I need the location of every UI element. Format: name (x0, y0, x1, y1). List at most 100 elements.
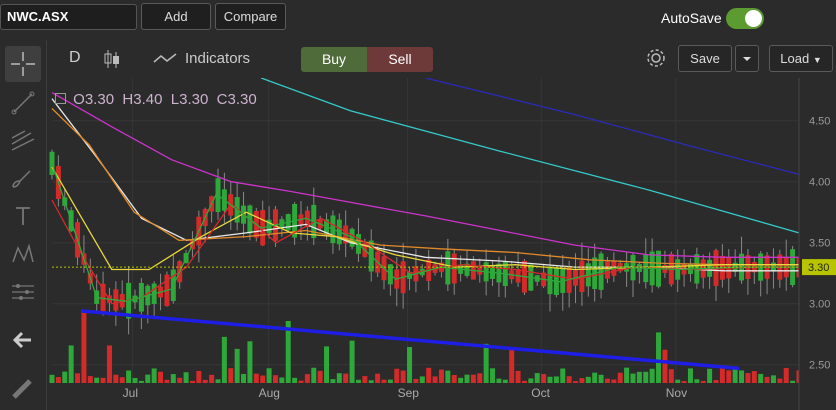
ohlc-legend: O3.30 H3.40 L3.30 C3.30 (55, 91, 257, 108)
volume-bar (292, 377, 298, 383)
volume-bar (445, 370, 451, 383)
autosave-toggle[interactable] (726, 8, 764, 29)
volume-bar (75, 373, 81, 383)
load-label: Load (780, 51, 810, 66)
top-bar: NWC.ASX Add Compare AutoSave (0, 0, 836, 36)
hide-toolbar-button[interactable] (5, 322, 41, 358)
line-tool-icon (11, 91, 35, 115)
volume-bar (726, 370, 732, 383)
volume-bar (68, 345, 74, 383)
volume-bar (215, 379, 221, 383)
volume-bar (343, 373, 349, 383)
volume-bar (126, 370, 132, 383)
price-tick-label: 4.50 (809, 116, 830, 128)
volume-bar (541, 374, 547, 383)
ma-cyan-line (260, 78, 800, 234)
ruler-tool-button[interactable] (5, 370, 41, 406)
volume-bar (349, 340, 355, 383)
volume-bar (770, 375, 776, 383)
back-arrow-icon (12, 331, 31, 349)
volume-bar (400, 370, 406, 383)
chart-toolbar: D Indicators Buy Sell Save Load ▼ (47, 40, 836, 78)
save-button[interactable]: Save (678, 45, 732, 72)
open-label: O (73, 91, 85, 108)
volume-bar (617, 372, 623, 383)
volume-bar (515, 370, 521, 383)
fib-tool-icon (11, 130, 35, 151)
volume-bar (764, 376, 770, 383)
autosave-label: AutoSave (661, 10, 722, 26)
time-axis: Jul Aug Sep Oct Nov (123, 386, 687, 400)
volume-bar (368, 380, 374, 383)
volume-bar (585, 376, 591, 383)
volume-bar (783, 367, 789, 383)
price-chart[interactable]: 4.50 4.00 3.50 3.00 2.50 3.30 Jul Aug Sep Oct Nov… (47, 78, 836, 410)
save-dropdown-button[interactable] (735, 45, 759, 72)
candle-type-icon[interactable] (103, 48, 121, 70)
crosshair-tool-button[interactable] (5, 46, 41, 82)
load-button[interactable]: Load ▼ (769, 45, 833, 72)
volume-bar (260, 375, 266, 383)
volume-bar (470, 374, 476, 383)
volume-bar (477, 373, 483, 383)
ma-yellow-line (51, 166, 799, 271)
volume-bar (592, 372, 598, 383)
volume-bar (138, 380, 144, 383)
settings-gear-icon[interactable] (645, 47, 667, 69)
volume-bar (573, 380, 579, 383)
volume-bar (189, 380, 195, 383)
symbol-input[interactable]: NWC.ASX (0, 4, 137, 30)
volume-bar (49, 374, 55, 383)
volume-bar (298, 380, 304, 383)
volume-bar (183, 372, 189, 383)
open-value: 3.30 (84, 91, 115, 108)
volume-bar (534, 373, 540, 383)
volume-bar (547, 376, 553, 383)
volume-bar (668, 369, 674, 383)
volume-bar (55, 377, 61, 383)
indicators-button[interactable]: Indicators (185, 50, 250, 67)
volume-bar (553, 376, 559, 383)
fib-tool-button[interactable] (5, 122, 41, 158)
volume-bar (426, 367, 432, 383)
volume-bar (490, 368, 496, 383)
volume-bar (151, 368, 157, 383)
brush-tool-button[interactable] (5, 160, 41, 196)
add-button[interactable]: Add (141, 3, 211, 30)
low-label: L (170, 91, 180, 108)
time-tick-label: Oct (531, 386, 550, 400)
volume-bar (113, 374, 119, 383)
volume-bar (336, 373, 342, 383)
interval-selector[interactable]: D (69, 49, 81, 67)
volume-bar (221, 336, 227, 383)
load-chevron-icon: ▼ (812, 55, 822, 65)
volume-bar (687, 368, 693, 383)
ma-magenta-line (51, 92, 799, 258)
volume-bar (228, 368, 234, 383)
text-icon (16, 207, 30, 225)
compare-button[interactable]: Compare (215, 3, 286, 30)
crosshair-icon (11, 52, 35, 76)
pattern-tool-button[interactable] (5, 236, 41, 272)
buy-button[interactable]: Buy (301, 47, 367, 72)
text-tool-button[interactable] (5, 198, 41, 234)
volume-bar (560, 368, 566, 383)
volume-bar (458, 377, 464, 383)
chart-canvas[interactable]: 4.50 4.00 3.50 3.00 2.50 3.30 Jul Aug Sep Oct Nov (47, 78, 836, 410)
volume-bar (202, 379, 208, 383)
volume-bar (451, 374, 457, 383)
volume-bar (419, 376, 425, 383)
high-value: 3.40 (133, 91, 163, 108)
volume-bar (266, 368, 272, 383)
volume-bar (656, 332, 662, 383)
volume-bar (758, 373, 764, 383)
line-tool-button[interactable] (5, 84, 41, 120)
sell-button[interactable]: Sell (367, 47, 433, 72)
brush-icon (12, 170, 31, 188)
measure-tool-button[interactable] (5, 274, 41, 310)
ma-orange-line (51, 108, 799, 266)
volume-bar (106, 345, 112, 383)
volume-bar (496, 378, 502, 383)
volume-bar (483, 343, 489, 383)
volume-bar (509, 348, 515, 383)
